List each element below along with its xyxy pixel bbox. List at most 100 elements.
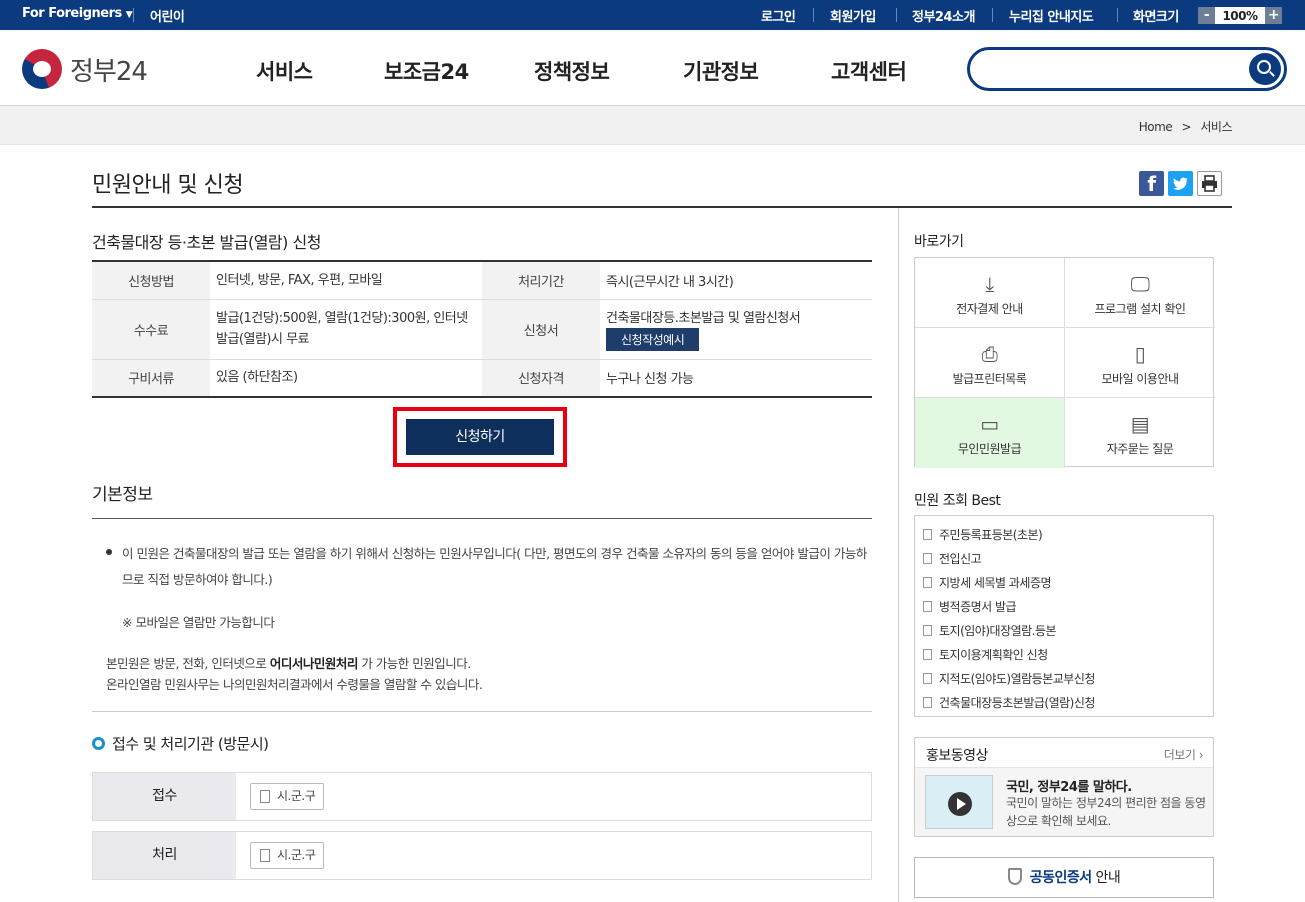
docs-label: 구비서류 (92, 359, 210, 398)
kids-link[interactable]: 어린이 (150, 6, 185, 25)
quick-link-label: 모바일 이용안내 (1101, 372, 1179, 386)
sitemap-link[interactable]: 누리집 안내지도 (1009, 6, 1094, 25)
facebook-share-icon[interactable]: f (1139, 171, 1164, 196)
form-value[interactable]: 건축물대장등.초본발급 및 열람신청서 (606, 307, 866, 326)
list-item[interactable]: 지적도(임야도)열람등본교부신청 (923, 670, 1095, 687)
quick-link-faq[interactable]: ▤ 자주묻는 질문 (1065, 398, 1215, 468)
for-foreigners-menu[interactable]: For Foreigners ▼ (22, 6, 133, 21)
quick-link-label: 프로그램 설치 확인 (1094, 302, 1186, 316)
qualification-label: 신청자격 (482, 359, 600, 398)
screen-size-label: 화면크기 (1133, 10, 1179, 25)
fee-label: 수수료 (92, 299, 210, 360)
page-title: 민원안내 및 신청 (92, 173, 244, 198)
form-cell: 건축물대장등.초본발급 및 열람신청서 신청작성예시 (600, 299, 872, 360)
promo-headline[interactable]: 국민, 정부24를 말하다. (1006, 776, 1132, 795)
nav-subsidy24[interactable]: 보조금24 (384, 56, 469, 86)
process-agency-label: 시.군.구 (277, 848, 316, 862)
qualification-value: 누구나 신청 가능 (600, 359, 872, 398)
divider (992, 8, 993, 22)
mobile-note: ※ 모바일은 열람만 가능합니다 (122, 615, 275, 630)
best-list: 주민등록표등본(초본) 전입신고 지방세 세목별 과세증명 병적증명서 발급 토… (914, 515, 1214, 717)
chat-icon: ▤ (1130, 412, 1150, 436)
form-sample-button[interactable]: 신청작성예시 (606, 328, 700, 351)
nav-customer-center[interactable]: 고객센터 (831, 56, 907, 86)
online-view-note: 온라인열람 민원사무는 나의민원처리결과에서 수령물을 열람할 수 있습니다. (106, 677, 483, 692)
receive-row: 접수 시.군.구 (92, 772, 872, 821)
login-link[interactable]: 로그인 (761, 6, 796, 25)
list-item[interactable]: 지방세 세목별 과세증명 (923, 574, 1052, 591)
section-rule (92, 711, 872, 712)
cert-highlight: 공동인증서 (1029, 870, 1092, 886)
quick-link-e-payment[interactable]: ⤓ 전자결제 안내 (915, 258, 1065, 328)
logo-text: 정부24 (70, 56, 148, 87)
gov24-logo[interactable]: 정부24 (22, 49, 148, 89)
quick-links-title: 바로가기 (914, 234, 964, 250)
receive-agency-button[interactable]: 시.군.구 (250, 783, 325, 810)
quick-link-label: 자주묻는 질문 (1106, 442, 1174, 456)
zoom-control: - 100% + (1198, 7, 1282, 24)
shield-icon (1007, 868, 1022, 885)
period-label: 처리기간 (482, 260, 600, 300)
promo-more-link[interactable]: 더보기 › (1164, 746, 1204, 763)
apply-button[interactable]: 신청하기 (406, 419, 554, 455)
receive-agency-label: 시.군.구 (277, 789, 316, 803)
caret-down-icon: ▼ (125, 10, 133, 20)
for-foreigners-label: For Foreigners (22, 6, 122, 21)
org-section-title: 접수 및 처리기관 (방문시) (92, 733, 269, 754)
search-box[interactable] (967, 47, 1287, 91)
print-icon[interactable] (1197, 171, 1222, 196)
list-item[interactable]: 주민등록표등본(초본) (923, 526, 1043, 543)
anywhere-note: 본민원은 방문, 전화, 인터넷으로 어디서나민원처리 가 가능한 민원입니다. (106, 653, 482, 674)
anywhere-note-bold: 어디서나민원처리 (269, 656, 359, 671)
search-button[interactable] (1249, 53, 1281, 85)
divider (896, 8, 897, 22)
divider (1117, 8, 1118, 22)
title-rule (92, 206, 1232, 208)
bullet-icon (106, 549, 112, 555)
anywhere-note-pre: 본민원은 방문, 전화, 인터넷으로 (106, 656, 270, 671)
nav-agency-info[interactable]: 기관정보 (683, 56, 759, 86)
printer-icon: ⎙ (981, 342, 998, 366)
signup-link[interactable]: 회원가입 (830, 6, 876, 25)
quick-link-program-check[interactable]: 🖵 프로그램 설치 확인 (1065, 258, 1215, 328)
list-item[interactable]: 토지(임야)대장열람.등본 (923, 622, 1057, 639)
breadcrumb: Home > 서비스 (1139, 118, 1233, 135)
list-item[interactable]: 토지이용계획확인 신청 (923, 646, 1048, 663)
promo-description: 국민이 말하는 정부24의 편리한 점을 동영상으로 확인해 보세요. (1006, 796, 1206, 828)
twitter-share-icon[interactable] (1168, 171, 1193, 196)
list-item[interactable]: 건축물대장등초본발급(열람)신청 (923, 694, 1095, 711)
method-value: 인터넷, 방문, FAX, 우편, 모바일 (210, 260, 482, 300)
org-section-title-text: 접수 및 처리기관 (방문시) (112, 735, 269, 753)
quick-link-printer-list[interactable]: ⎙ 발급프린터목록 (915, 328, 1065, 398)
promo-video-thumbnail[interactable] (925, 775, 993, 829)
list-item[interactable]: 병적증명서 발급 (923, 598, 1017, 615)
nav-policy-info[interactable]: 정책정보 (534, 56, 610, 86)
download-icon: ⤓ (985, 272, 994, 296)
quick-link-label: 전자결제 안내 (956, 302, 1023, 316)
apply-highlight-box: 신청하기 (393, 407, 567, 467)
nav-services[interactable]: 서비스 (256, 56, 313, 86)
form-label: 신청서 (482, 299, 600, 360)
breadcrumb-home[interactable]: Home (1139, 120, 1173, 134)
zoom-out-button[interactable]: - (1198, 7, 1215, 24)
table-row: 신청방법 인터넷, 방문, FAX, 우편, 모바일 처리기간 즉시(근무시간 … (92, 260, 872, 300)
breadcrumb-bar: Home > 서비스 (0, 106, 1305, 145)
about-link[interactable]: 정부24소개 (912, 6, 975, 25)
basic-info-heading: 기본정보 (92, 485, 153, 505)
basic-info-notes: 본민원은 방문, 전화, 인터넷으로 어디서나민원처리 가 가능한 민원입니다.… (106, 653, 483, 695)
table-row: 수수료 발급(1건당):500원, 열람(1건당):300원, 인터넷 발급(열… (92, 299, 872, 360)
process-label: 처리 (93, 832, 236, 879)
breadcrumb-current[interactable]: 서비스 (1200, 120, 1232, 134)
zoom-in-button[interactable]: + (1265, 7, 1282, 24)
list-item[interactable]: 전입신고 (923, 550, 982, 567)
building-icon (260, 790, 270, 803)
divider (813, 8, 814, 22)
service-title: 건축물대장 등·초본 발급(열람) 신청 (92, 233, 321, 252)
certificate-guide-button[interactable]: 공동인증서 안내 (914, 857, 1214, 898)
section-rule (92, 518, 872, 519)
mobile-icon: ▯ (1134, 342, 1146, 366)
quick-link-kiosk[interactable]: ▭ 무인민원발급 (915, 398, 1065, 468)
process-agency-button[interactable]: 시.군.구 (250, 842, 325, 869)
quick-link-mobile-guide[interactable]: ▯ 모바일 이용안내 (1065, 328, 1215, 398)
docs-value: 있음 (하단참조) (210, 359, 482, 398)
